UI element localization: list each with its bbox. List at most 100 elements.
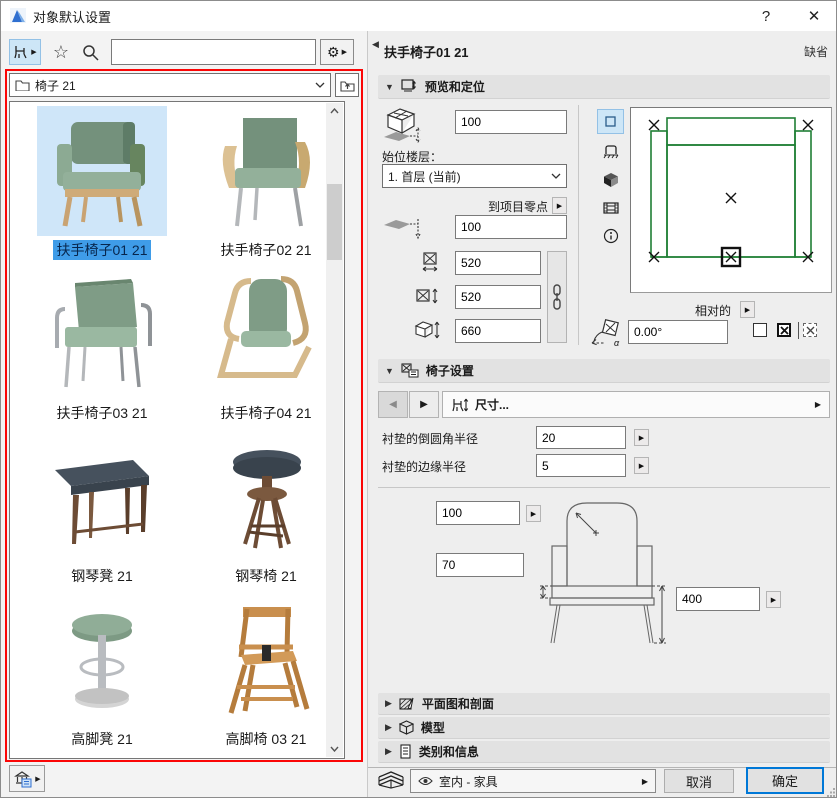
next-page-button[interactable]: ▶ [409,391,439,418]
link-dimensions-button[interactable] [547,251,567,343]
preview-2d-symbol-button[interactable] [597,109,624,134]
list-item-armchair01[interactable]: 扶手椅子01 21 [22,106,182,266]
item-label: 高脚椅 03 21 [225,731,307,747]
library-icon [14,770,32,787]
dim-height-input[interactable] [676,587,760,611]
scrollbar-thumb[interactable] [327,184,342,260]
list-item-piano-bench[interactable]: 钢琴凳 21 [22,432,182,592]
eye-icon [418,776,433,786]
library-item-list: 扶手椅子01 21 扶手椅子02 21 扶手椅子03 21 扶手椅子04 21 … [9,101,345,759]
list-item-piano-stool[interactable]: 钢琴椅 21 [186,432,346,592]
layer-value: 室内 - 家具 [439,774,498,789]
folder-dropdown[interactable]: 椅子 21 [9,73,331,97]
chevron-down-icon [315,82,325,88]
top-offset-input[interactable] [455,110,567,134]
settings-gear-button[interactable]: ⚙ ▶ [320,39,354,65]
close-button[interactable]: ✕ [792,1,836,31]
chair-dimension-diagram [540,502,666,644]
square-2d-icon [605,116,616,127]
list-item-armchair02[interactable]: 扶手椅子02 21 [186,106,346,266]
item-label: 扶手椅子04 21 [220,405,312,421]
search-icon[interactable] [79,41,101,63]
bottom-offset-input[interactable] [455,215,567,239]
preview-2d-view[interactable] [630,107,832,293]
scroll-down-icon[interactable] [326,741,343,757]
param2-label: 衬垫的边缘半径 [382,460,467,474]
hotspot-checkbox-empty[interactable] [753,323,767,337]
help-button[interactable]: ? [744,1,788,31]
chair-tool-icon [14,46,27,59]
title-bar: 对象默认设置 ? ✕ [1,1,836,31]
object-type-button[interactable]: ▶ [9,39,41,65]
rotation-angle-input[interactable] [628,320,728,344]
param2-flyout-button[interactable]: ▶ [634,457,649,474]
resize-grip[interactable] [827,788,836,797]
list-item-armchair03[interactable]: 扶手椅子03 21 [22,269,182,429]
favorites-star-icon[interactable]: ☆ [49,39,73,65]
chair-thumbnail [55,279,152,388]
classification-section-icon [400,744,411,759]
preview-section-view-button[interactable] [597,195,624,220]
hotspot-checkbox-checked[interactable] [777,323,791,337]
home-story-dropdown[interactable]: 1. 首层 (当前) [382,164,567,188]
section-chair-settings[interactable]: ▼ 椅子设置 [378,359,830,383]
page-title: 尺寸... [475,398,510,412]
reference-flyout-button[interactable]: ▶ [552,197,567,214]
svg-text:α: α [614,338,620,348]
search-input[interactable] [111,39,316,65]
item-label: 扶手椅子02 21 [220,242,312,258]
item-label: 钢琴凳 21 [71,568,133,584]
param1-flyout-button[interactable]: ▶ [634,429,649,446]
list-item-armchair04[interactable]: 扶手椅子04 21 [186,269,346,429]
cancel-button[interactable]: 取消 [664,769,734,793]
relative-label: 相对的 [695,304,732,318]
preview-3d-view-button[interactable] [597,167,624,192]
chevron-down-icon [551,173,561,179]
chair-thumbnail [37,106,167,236]
item-label: 高脚凳 21 [71,731,133,747]
top-offset-icon [384,108,421,143]
param2-input[interactable] [536,454,626,477]
prev-page-button[interactable]: ◀ [378,391,408,418]
width-input[interactable] [455,251,541,275]
expand-triangle-icon: ▶ [385,698,392,708]
section-model[interactable]: ▶ 模型 [378,717,830,739]
layer-dropdown[interactable]: 室内 - 家具 ▶ [410,769,656,793]
selected-object-title: 扶手椅子01 21 [384,45,469,60]
parameter-page-bar[interactable]: 尺寸... ▶ [442,391,830,418]
param1-label: 衬垫的倒圆角半径 [382,432,479,446]
width-icon [422,252,438,272]
layers-icon[interactable] [377,769,405,791]
depth-icon [416,288,438,304]
height-input[interactable] [455,319,541,343]
item-label: 钢琴椅 21 [235,568,297,584]
settings-panel: ◀ 扶手椅子01 21 缺省 ▼ 预览和定位 始位楼层： 1. 首层 (当前) … [367,31,836,797]
list-item-bar-stool[interactable]: 高脚凳 21 [22,595,182,755]
relative-flyout-button[interactable]: ▶ [740,301,755,318]
bottom-offset-icon [384,219,421,240]
section-classification[interactable]: ▶ 类别和信息 [378,741,830,763]
arrow-right-icon[interactable]: ▶ [815,400,821,409]
chair-thumbnail [217,276,312,378]
dim-seat-input[interactable] [436,553,524,577]
hotspot-checkbox-dashed[interactable] [803,323,817,337]
depth-input[interactable] [455,285,541,309]
preview-front-view-button[interactable] [597,139,624,164]
list-scrollbar[interactable] [326,103,343,757]
ok-button[interactable]: 确定 [746,767,824,794]
dim-radius-input[interactable] [436,501,520,525]
collapse-panel-icon[interactable]: ◀ [372,39,379,50]
scroll-up-icon[interactable] [326,103,343,119]
preview-info-button[interactable] [597,223,624,248]
param1-input[interactable] [536,426,626,449]
library-manager-button[interactable]: ▶ [9,765,45,792]
to-project-zero-label: 到项目零点 [487,200,548,214]
home-story-label: 始位楼层： [382,150,443,164]
item-label: 扶手椅子03 21 [56,405,148,421]
section-floorplan[interactable]: ▶ 平面图和剖面 [378,693,830,715]
dim-height-flyout-button[interactable]: ▶ [766,591,781,608]
cube-3d-icon [603,172,618,187]
section-preview-position[interactable]: ▼ 预览和定位 [378,75,830,99]
folder-up-button[interactable] [335,73,359,97]
list-item-high-chair[interactable]: 高脚椅 03 21 [186,595,346,755]
